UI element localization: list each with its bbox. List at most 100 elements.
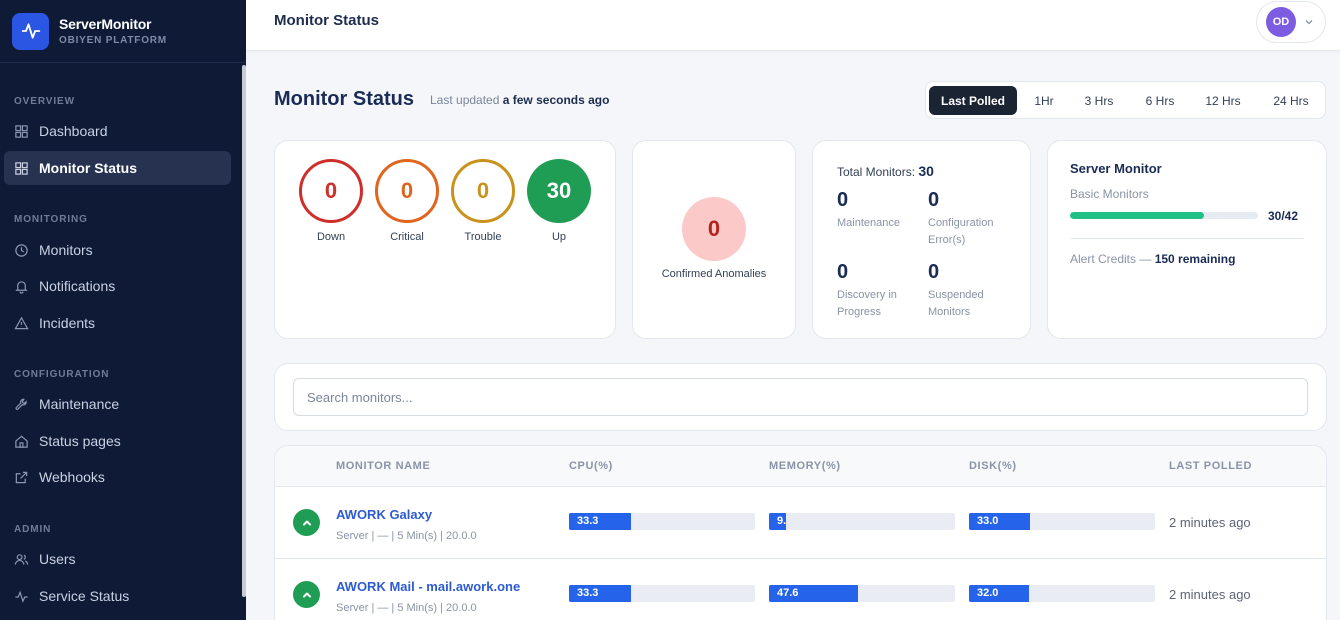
disk-value: 32.0 bbox=[969, 585, 1029, 602]
monitor-name-link[interactable]: AWORK Mail - mail.awork.one bbox=[336, 579, 520, 594]
column-header-memory[interactable]: MEMORY(%) bbox=[769, 460, 841, 472]
sidebar-item-webhooks[interactable]: Webhooks bbox=[4, 460, 231, 494]
range-last-polled[interactable]: Last Polled bbox=[929, 86, 1017, 115]
sidebar-item-monitors[interactable]: Monitors bbox=[4, 233, 231, 267]
range-1hr[interactable]: 1Hr bbox=[1022, 86, 1066, 115]
search-input[interactable] bbox=[293, 378, 1308, 416]
last-updated-label: Last updated bbox=[430, 93, 500, 107]
sidebar-item-service-status[interactable]: Service Status bbox=[4, 579, 231, 613]
up-label: Up bbox=[551, 231, 567, 243]
divider bbox=[1070, 238, 1304, 239]
sidebar-item-status-pages[interactable]: Status pages bbox=[4, 424, 231, 458]
config-errors-count[interactable]: 0 bbox=[928, 189, 939, 212]
grid-icon bbox=[15, 124, 28, 138]
monitors-table: MONITOR NAME CPU(%) MEMORY(%) DISK(%) LA… bbox=[274, 445, 1327, 620]
monitor-meta: Server | — | 5 Min(s) | 20.0.0 bbox=[336, 530, 477, 542]
warning-icon bbox=[14, 316, 29, 329]
down-count[interactable]: 0 bbox=[299, 159, 363, 223]
anomalies-label: Confirmed Anomalies bbox=[661, 268, 767, 280]
anomalies-count[interactable]: 0 bbox=[682, 197, 746, 261]
sidebar-item-dashboard[interactable]: Dashboard bbox=[4, 114, 231, 148]
sidebar-item-label: Webhooks bbox=[39, 469, 105, 485]
maintenance-label: Maintenance bbox=[837, 217, 900, 229]
sidebar: ServerMonitor OBIYEN PLATFORM OVERVIEW D… bbox=[0, 0, 246, 620]
sidebar-item-users[interactable]: Users bbox=[4, 542, 231, 576]
last-updated: Last updated a few seconds ago bbox=[430, 93, 609, 107]
last-updated-value: a few seconds ago bbox=[502, 93, 610, 107]
trouble-count[interactable]: 0 bbox=[451, 159, 515, 223]
sidebar-item-incidents[interactable]: Incidents bbox=[4, 306, 231, 340]
range-3hrs[interactable]: 3 Hrs bbox=[1072, 86, 1126, 115]
range-6hrs[interactable]: 6 Hrs bbox=[1133, 86, 1187, 115]
last-polled: 2 minutes ago bbox=[1169, 515, 1251, 530]
sidebar-item-label: Dashboard bbox=[39, 123, 108, 139]
cpu-meter: 33.3 bbox=[569, 585, 755, 602]
range-12hrs[interactable]: 12 Hrs bbox=[1193, 86, 1253, 115]
disk-meter: 33.0 bbox=[969, 513, 1155, 530]
top-bar: Monitor Status OD bbox=[246, 0, 1340, 51]
cpu-value: 33.3 bbox=[569, 585, 631, 602]
column-header-last-polled[interactable]: LAST POLLED bbox=[1169, 460, 1252, 472]
up-count[interactable]: 30 bbox=[527, 159, 591, 223]
sidebar-item-maintenance[interactable]: Maintenance bbox=[4, 387, 231, 421]
total-monitors-label: Total Monitors: bbox=[837, 165, 916, 179]
avatar: OD bbox=[1266, 7, 1296, 37]
disk-meter: 32.0 bbox=[969, 585, 1155, 602]
column-header-monitor-name[interactable]: MONITOR NAME bbox=[336, 460, 430, 472]
monitor-quota-fill bbox=[1070, 212, 1205, 219]
chevron-down-icon bbox=[1305, 20, 1313, 25]
total-monitors-value: 30 bbox=[918, 163, 934, 179]
maintenance-count[interactable]: 0 bbox=[837, 189, 848, 212]
cpu-meter: 33.3 bbox=[569, 513, 755, 530]
memory-meter: 9.1 bbox=[769, 513, 955, 530]
status-up-icon bbox=[293, 581, 320, 608]
activity-icon bbox=[15, 589, 28, 603]
discovery-count[interactable]: 0 bbox=[837, 261, 848, 284]
disk-value: 33.0 bbox=[969, 513, 1031, 530]
monitor-quota-count: 30/42 bbox=[1268, 209, 1299, 223]
sidebar-item-label: Users bbox=[39, 551, 76, 567]
critical-label: Critical bbox=[390, 231, 424, 243]
sidebar-item-label: Status pages bbox=[39, 433, 121, 449]
memory-meter: 47.6 bbox=[769, 585, 955, 602]
users-icon bbox=[14, 553, 29, 565]
sidebar-item-monitor-status[interactable]: Monitor Status bbox=[4, 151, 231, 185]
sidebar-item-label: Monitors bbox=[39, 242, 93, 258]
activity-logo-icon bbox=[12, 12, 49, 50]
alert-credits-label: Alert Credits — bbox=[1070, 252, 1152, 266]
monitor-name-link[interactable]: AWORK Galaxy bbox=[336, 507, 432, 522]
section-label-overview: OVERVIEW bbox=[14, 96, 75, 107]
memory-value: 47.6 bbox=[769, 585, 858, 602]
user-menu-button[interactable]: OD bbox=[1256, 1, 1326, 43]
column-header-cpu[interactable]: CPU(%) bbox=[569, 460, 613, 472]
header-title: Monitor Status bbox=[274, 12, 379, 29]
brand[interactable]: ServerMonitor OBIYEN PLATFORM bbox=[0, 0, 246, 63]
sidebar-scrollbar[interactable] bbox=[242, 65, 246, 597]
config-errors-label: Configuration Error(s) bbox=[928, 217, 994, 246]
section-label-admin: ADMIN bbox=[14, 524, 52, 535]
sidebar-item-label: Incidents bbox=[39, 315, 96, 331]
last-polled: 2 minutes ago bbox=[1169, 587, 1251, 602]
suspended-label: Suspended Monitors bbox=[928, 289, 984, 318]
cpu-value: 33.3 bbox=[569, 513, 631, 530]
sidebar-item-label: Monitor Status bbox=[39, 160, 137, 176]
critical-count[interactable]: 0 bbox=[375, 159, 439, 223]
column-header-disk[interactable]: DISK(%) bbox=[969, 460, 1017, 472]
server-monitor-subtitle: Basic Monitors bbox=[1070, 187, 1149, 201]
table-row[interactable]: AWORK Galaxy Server | — | 5 Min(s) | 20.… bbox=[275, 487, 1326, 559]
page-title: Monitor Status bbox=[274, 88, 414, 110]
sidebar-item-notifications[interactable]: Notifications bbox=[4, 269, 231, 303]
sidebar-item-label: Service Status bbox=[39, 588, 130, 604]
table-row[interactable]: AWORK Mail - mail.awork.one Server | — |… bbox=[275, 559, 1326, 620]
alert-credits-value: 150 remaining bbox=[1154, 252, 1236, 266]
down-label: Down bbox=[316, 231, 346, 243]
total-monitors-card: Total Monitors: 30 0 Maintenance 0 Confi… bbox=[812, 140, 1031, 339]
table-header: MONITOR NAME CPU(%) MEMORY(%) DISK(%) LA… bbox=[275, 446, 1326, 487]
server-monitor-title: Server Monitor bbox=[1070, 161, 1162, 176]
range-24hrs[interactable]: 24 Hrs bbox=[1260, 86, 1322, 115]
suspended-count[interactable]: 0 bbox=[928, 261, 939, 284]
anomalies-card: 0 Confirmed Anomalies bbox=[632, 140, 796, 339]
clock-icon bbox=[15, 243, 28, 257]
trouble-label: Trouble bbox=[464, 231, 502, 243]
section-label-monitoring: MONITORING bbox=[14, 214, 88, 225]
